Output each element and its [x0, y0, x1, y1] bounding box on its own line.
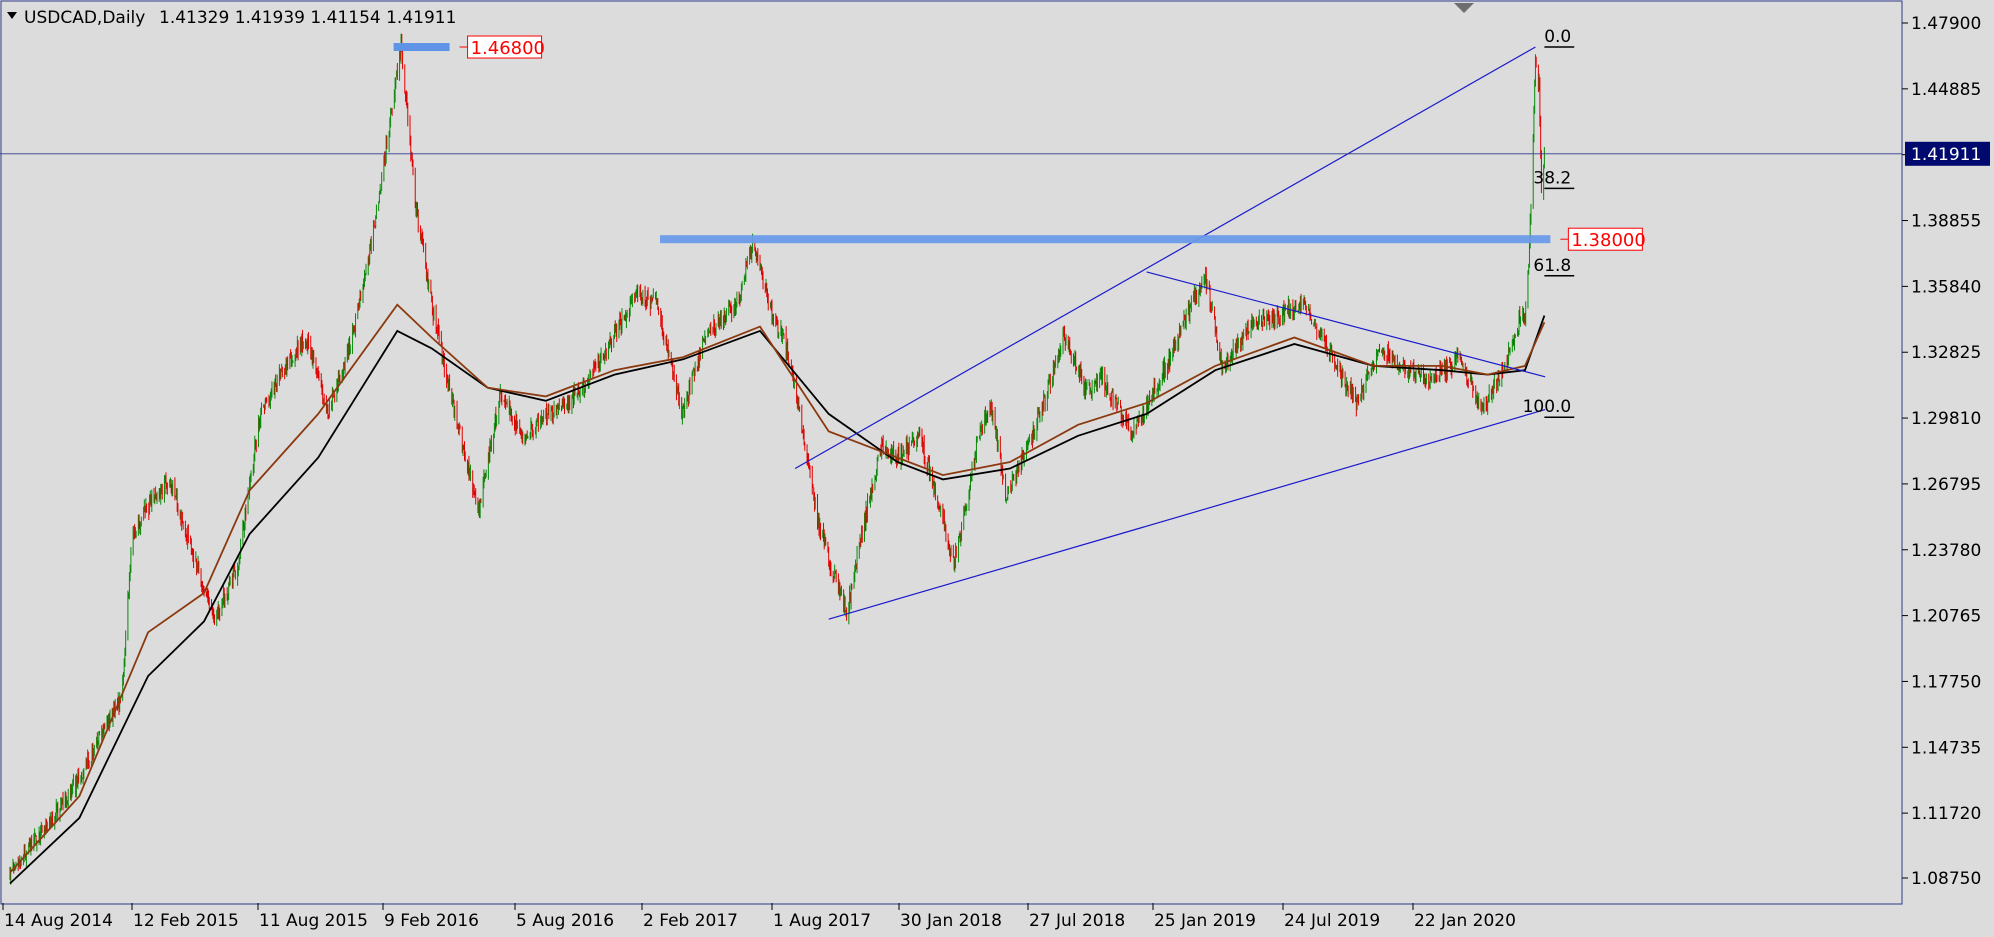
y-tick-label: 1.08750 — [1911, 869, 1981, 889]
y-tick-label: 1.14735 — [1911, 738, 1981, 758]
price-chart[interactable]: 1.46800 1.38000 0.0 38.2 61.8 100.0 1.47900 1.… — [0, 0, 1994, 937]
x-tick-label: 1 Aug 2017 — [773, 911, 871, 931]
level-label: 1.38000 — [1571, 230, 1645, 251]
y-tick-label: 1.35840 — [1911, 277, 1981, 297]
y-tick-label: 1.11720 — [1911, 804, 1981, 824]
y-tick-label: 1.38855 — [1911, 212, 1981, 232]
x-tick-label: 2 Feb 2017 — [643, 911, 738, 931]
x-tick-label: 25 Jan 2019 — [1154, 911, 1256, 931]
y-tick-label: 1.23780 — [1911, 541, 1981, 561]
y-tick-label: 1.20765 — [1911, 607, 1981, 627]
y-tick-label: 1.26795 — [1911, 475, 1981, 495]
y-tick-label: 1.32825 — [1911, 343, 1981, 363]
y-tick-label: 1.17750 — [1911, 672, 1981, 692]
level-label: 1.46800 — [471, 38, 545, 59]
x-tick-label: 27 Jul 2018 — [1029, 911, 1125, 931]
fib-level-label: 0.0 — [1544, 27, 1571, 47]
x-tick-label: 11 Aug 2015 — [259, 911, 368, 931]
level-line — [660, 235, 1551, 244]
x-tick-label: 14 Aug 2014 — [4, 911, 113, 931]
x-tick-label: 12 Feb 2015 — [133, 911, 239, 931]
level-line — [393, 43, 450, 52]
x-tick-label: 22 Jan 2020 — [1414, 911, 1516, 931]
fib-level-label: 100.0 — [1523, 397, 1572, 417]
x-tick-label: 9 Feb 2016 — [384, 911, 479, 931]
ohlc-values: 1.41329 1.41939 1.41154 1.41911 — [159, 8, 456, 28]
y-tick-label: 1.47900 — [1911, 14, 1981, 34]
y-tick-label: 1.44885 — [1911, 80, 1981, 100]
symbol-label: USDCAD,Daily — [24, 8, 145, 28]
x-tick-label: 24 Jul 2019 — [1284, 911, 1380, 931]
fib-level-label: 61.8 — [1533, 256, 1571, 276]
y-tick-label: 1.29810 — [1911, 409, 1981, 429]
x-tick-label: 30 Jan 2018 — [900, 911, 1002, 931]
fib-level-label: 38.2 — [1533, 168, 1571, 188]
current-price-label: 1.41911 — [1911, 145, 1981, 165]
x-tick-label: 5 Aug 2016 — [516, 911, 614, 931]
chart-background — [0, 0, 1994, 937]
